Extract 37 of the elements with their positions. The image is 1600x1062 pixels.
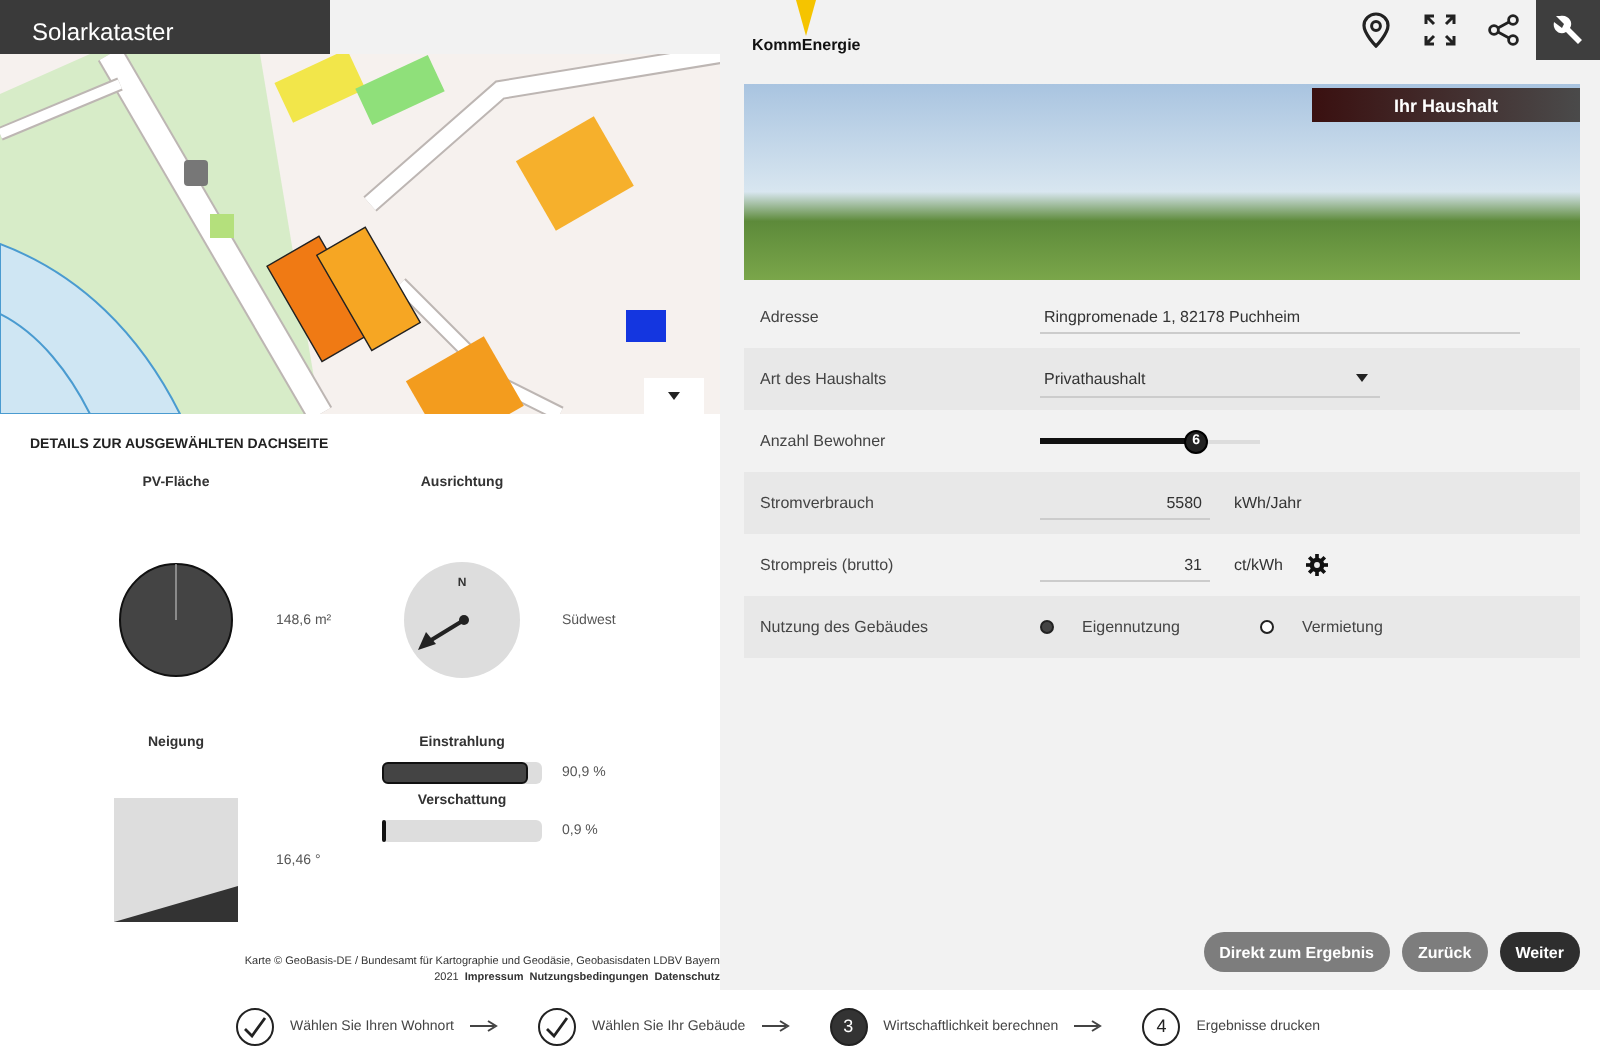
pie-drawing [118,562,234,678]
field-label: Nutzung des Gebäudes [760,618,931,636]
toolbar-button[interactable] [1536,0,1600,60]
location-pin-icon [1362,12,1390,48]
unit-label: kWh/Jahr [1234,494,1302,512]
field-label: Adresse [760,308,821,326]
app-title: Solarkataster [0,0,330,54]
action-button[interactable]: Direkt zum Ergebnis [1203,932,1391,972]
fullscreen-icon [1424,14,1456,46]
field-label: Strompreis (brutto) [760,556,896,574]
share-icon [1488,14,1520,46]
step-indicator: 3 [829,1007,868,1045]
address-field[interactable]: Ringpromenade 1, 82178 Puchheim [1040,301,1520,333]
action-button[interactable]: Weiter [1499,932,1580,972]
action-button[interactable]: Zurück [1402,932,1488,972]
step-indicator: 4 [1142,1007,1181,1045]
radio-option[interactable]: Eigennutzung [1040,618,1180,636]
household-type-select[interactable]: Privathaushalt [1040,361,1380,397]
caret-icon [1356,374,1368,382]
tilt-drawing [114,798,238,922]
arrow-icon [761,1020,790,1032]
settings-icon[interactable] [1306,554,1329,576]
section-banner: Ihr Haushalt [1312,88,1580,122]
unit-label: ct/kWh [1234,556,1283,574]
layer-dropdown[interactable] [644,378,704,414]
field-label: Anzahl Bewohner [760,432,888,450]
wrench-icon [1550,12,1586,48]
compass-needle-icon [416,614,470,652]
number-field[interactable]: 31 [1040,549,1210,581]
field-label: Stromverbrauch [760,494,876,512]
number-field[interactable]: 5580 [1040,487,1210,519]
brand-logo: KommEnergie [752,0,861,54]
arrow-icon [469,1020,498,1032]
radio-option[interactable]: Vermietung [1259,618,1383,636]
caret-icon [668,392,680,400]
field-label: Art des Haushalts [760,370,889,388]
arrow-icon [1074,1020,1103,1032]
